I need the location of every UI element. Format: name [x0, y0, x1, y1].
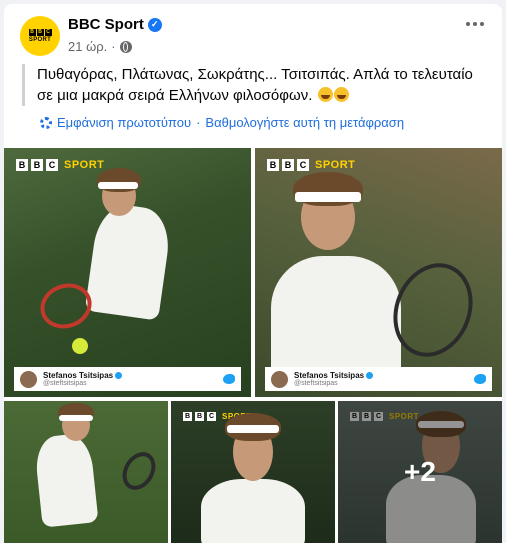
badge-letter: B	[16, 159, 28, 171]
translation-bar: Εμφάνιση πρωτοτύπου · Βαθμολογήστε αυτή …	[40, 115, 404, 130]
show-original-link[interactable]: Εμφάνιση πρωτοτύπου	[57, 115, 191, 130]
tweet-text: Stefanos Tsitsipas @steftsitsipas	[294, 371, 468, 387]
post-time[interactable]: 21 ώρ.	[68, 39, 107, 54]
badge-letter: C	[297, 159, 309, 171]
badge-letter: B	[267, 159, 279, 171]
page-name[interactable]: BBC Sport ✓	[68, 16, 162, 33]
player-figure	[33, 432, 99, 528]
tweet-handle: @steftsitsipas	[43, 380, 87, 387]
photo-grid: B B C SPORT Stefanos Tsitsipas @steftsit…	[4, 148, 502, 543]
meta-separator: ·	[111, 39, 116, 54]
laughing-emoji-icon	[333, 87, 349, 102]
more-options-button[interactable]	[466, 22, 484, 26]
racket	[116, 446, 162, 496]
more-dot-icon	[480, 22, 484, 26]
tennis-ball	[72, 338, 88, 354]
photo-3[interactable]	[4, 401, 168, 543]
verified-icon	[115, 372, 123, 379]
logo-letter: C	[44, 29, 52, 36]
translated-text-block: Πυθαγόρας, Πλάτωνας, Σωκράτης... Τσιτσιπ…	[22, 64, 488, 106]
logo-sport: SPORT	[28, 37, 52, 43]
rate-translation-link[interactable]: Βαθμολογήστε αυτή τη μετάφραση	[205, 115, 404, 130]
laughing-emoji-icon	[317, 87, 333, 102]
post-meta: 21 ώρ. ·	[68, 39, 132, 54]
badge-letter: C	[207, 412, 216, 421]
post-text: Πυθαγόρας, Πλάτωνας, Σωκράτης... Τσιτσιπ…	[37, 66, 473, 104]
more-dot-icon	[473, 22, 477, 26]
tweet-name-row: Stefanos Tsitsipas	[43, 371, 217, 380]
page-name-text[interactable]: BBC Sport	[68, 16, 144, 33]
page-avatar[interactable]: B B C SPORT	[20, 16, 60, 56]
bbc-sport-badge: B B C SPORT	[16, 159, 104, 171]
headband	[98, 182, 138, 189]
post-text-wrap: Πυθαγόρας, Πλάτωνας, Σωκράτης... Τσιτσιπ…	[37, 64, 488, 106]
badge-letter: B	[31, 159, 43, 171]
more-photos-count[interactable]: +2	[338, 401, 502, 543]
player-figure	[84, 201, 174, 321]
tweet-text: Stefanos Tsitsipas @steftsitsipas	[43, 371, 217, 387]
badge-letter: B	[195, 412, 204, 421]
post-header: B B C SPORT BBC Sport ✓ 21 ώρ. ·	[4, 4, 502, 56]
verified-icon	[366, 372, 374, 379]
gear-icon	[40, 116, 52, 129]
logo-letter: B	[36, 29, 44, 36]
more-dot-icon	[466, 22, 470, 26]
twitter-bird-icon	[474, 374, 486, 384]
player-figure	[201, 479, 305, 543]
translation-separator: ·	[196, 115, 201, 130]
photo-5[interactable]: B B C SPORT +2	[338, 401, 502, 543]
badge-letter: B	[183, 412, 192, 421]
tweet-handle: @steftsitsipas	[294, 380, 338, 387]
headband	[227, 425, 279, 433]
post-card: B B C SPORT BBC Sport ✓ 21 ώρ. · Πυθαγόρ…	[4, 4, 502, 543]
badge-letter: B	[282, 159, 294, 171]
twitter-bird-icon	[223, 374, 235, 384]
logo-letter: B	[28, 29, 36, 36]
tweet-card: Stefanos Tsitsipas @steftsitsipas	[265, 367, 492, 391]
photo-1[interactable]: B B C SPORT Stefanos Tsitsipas @steftsit…	[4, 148, 251, 397]
badge-letter: C	[46, 159, 58, 171]
tweet-avatar	[271, 370, 288, 388]
bbc-sport-logo: B B C SPORT	[28, 29, 52, 43]
tweet-name: Stefanos Tsitsipas	[294, 371, 365, 380]
tweet-card: Stefanos Tsitsipas @steftsitsipas	[14, 367, 241, 391]
headband	[59, 415, 93, 421]
badge-sport: SPORT	[64, 159, 105, 171]
photo-2[interactable]: B B C SPORT Stefanos Tsitsipas @steftsit…	[255, 148, 502, 397]
tweet-avatar	[20, 370, 37, 388]
badge-sport: SPORT	[315, 159, 356, 171]
bbc-sport-badge: B B C SPORT	[267, 159, 355, 171]
globe-icon	[119, 40, 132, 53]
headband	[295, 192, 361, 202]
photo-4[interactable]: B B C SPORT	[171, 401, 335, 543]
tweet-name: Stefanos Tsitsipas	[43, 371, 114, 380]
verified-badge-icon: ✓	[147, 17, 162, 32]
tweet-name-row: Stefanos Tsitsipas	[294, 371, 468, 380]
